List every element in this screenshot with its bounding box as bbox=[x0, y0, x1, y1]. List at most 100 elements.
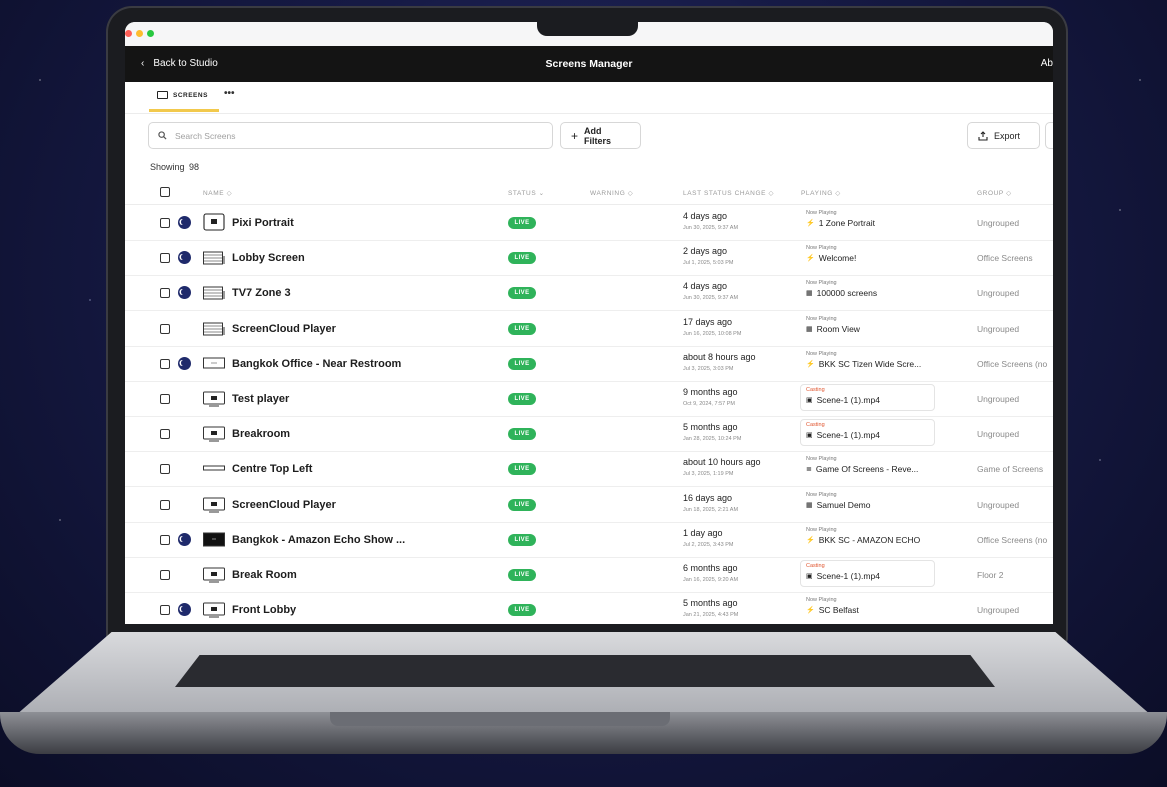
playing-cell[interactable]: Now Playing ⚡ SC Belfast bbox=[801, 597, 936, 624]
status-change-ago: about 10 hours ago bbox=[683, 457, 761, 468]
playing-cell[interactable]: Now Playing ⚡ BKK SC Tizen Wide Scre... bbox=[801, 351, 936, 378]
select-all-checkbox[interactable] bbox=[160, 187, 170, 197]
table-row[interactable]: Centre Top Left LIVE about 10 hours ago Jul… bbox=[125, 451, 1053, 488]
row-checkbox[interactable] bbox=[160, 218, 170, 228]
status-change-date: Jul 3, 2025, 3:03 PM bbox=[683, 365, 734, 372]
column-warning[interactable]: WARNING ◇ bbox=[590, 189, 633, 197]
row-checkbox[interactable] bbox=[160, 499, 170, 510]
screen-name[interactable]: TV7 Zone 3 bbox=[232, 287, 291, 299]
status-change-ago: 4 days ago bbox=[683, 211, 728, 221]
row-checkbox[interactable] bbox=[160, 253, 170, 264]
column-last-status-change[interactable]: LAST STATUS CHANGE ◇ bbox=[683, 189, 774, 197]
playing-cell[interactable]: Now Playing ≣ Game Of Screens - Reve... bbox=[801, 456, 936, 483]
table-row[interactable]: ScreenCloud Player LIVE 16 days ago Jun 18,… bbox=[125, 487, 1053, 523]
playing-cell[interactable]: Now Playing ▦ Room View bbox=[801, 316, 936, 343]
column-group[interactable]: GROUP ◇ bbox=[977, 189, 1012, 197]
playlist-icon: ≣ bbox=[806, 466, 812, 474]
table-row[interactable]: ScreenCloud Player LIVE 17 days ago Jun 16,… bbox=[125, 311, 1053, 347]
status-badge: LIVE bbox=[508, 428, 536, 441]
maximize-window-dot[interactable] bbox=[147, 30, 154, 37]
row-checkbox[interactable] bbox=[160, 429, 170, 440]
column-playing[interactable]: PLAYING ◇ bbox=[801, 189, 841, 197]
screen-name[interactable]: Centre Top Left bbox=[232, 463, 312, 475]
minimize-window-dot[interactable] bbox=[136, 30, 143, 37]
search-input[interactable] bbox=[173, 129, 537, 142]
group-name: Ungrouped bbox=[977, 429, 1020, 440]
playing-kind: Casting bbox=[806, 387, 825, 393]
playing-kind: Now Playing bbox=[806, 491, 837, 498]
status-badge: LIVE bbox=[508, 393, 536, 405]
last-status-change: 5 months ago Jan 21, 2025, 4:43 PM bbox=[683, 598, 738, 618]
row-checkbox[interactable] bbox=[160, 605, 170, 616]
status-badge: LIVE bbox=[508, 357, 536, 370]
playing-cell[interactable]: Casting ▣ Scene-1 (1).mp4 bbox=[800, 384, 935, 411]
status-change-date: Jun 30, 2025, 9:37 AM bbox=[683, 295, 739, 302]
export-button[interactable]: Export bbox=[967, 122, 1040, 149]
row-checkbox[interactable] bbox=[160, 464, 170, 475]
group-name: Ungrouped bbox=[977, 605, 1020, 616]
column-name[interactable]: NAME ◇ bbox=[203, 189, 232, 197]
playlist-icon: ⚡ bbox=[806, 360, 815, 368]
group-name: Ungrouped bbox=[977, 499, 1020, 510]
status-change-ago: 5 months ago bbox=[683, 422, 738, 433]
table-row[interactable]: Pixi Portrait LIVE 4 days ago Jun 30, 2025,… bbox=[125, 205, 1053, 241]
playing-cell[interactable]: Now Playing ⚡ Welcome! bbox=[801, 245, 936, 272]
close-window-dot[interactable] bbox=[125, 30, 132, 37]
table-row[interactable]: Lobby Screen LIVE 2 days ago Jul 1, 2025, 5… bbox=[125, 240, 1053, 277]
playlist-icon: ⚡ bbox=[806, 220, 815, 227]
search-icon bbox=[158, 131, 167, 140]
playing-cell[interactable]: Casting ▣ Scene-1 (1).mp4 bbox=[800, 419, 935, 447]
device-icon bbox=[203, 565, 225, 583]
tab-screens[interactable]: SCREENS bbox=[157, 91, 208, 99]
table-row[interactable]: Bangkok Office - Near Restroom LIVE about … bbox=[125, 346, 1053, 382]
group-name: Ungrouped bbox=[977, 323, 1020, 334]
playing-title: Samuel Demo bbox=[816, 499, 871, 510]
column-status[interactable]: STATUS ⌄ bbox=[508, 189, 545, 197]
status-badge: LIVE bbox=[508, 463, 536, 476]
table-row[interactable]: Break Room LIVE 6 months ago Jan 16, 2025, … bbox=[125, 557, 1053, 593]
playing-cell[interactable]: Now Playing ▦ Samuel Demo bbox=[801, 492, 936, 519]
table-row[interactable]: TV7 Zone 3 LIVE 4 days ago Jun 30, 2025, 9:… bbox=[125, 275, 1053, 312]
toolbar-more-button[interactable] bbox=[1045, 122, 1053, 149]
row-checkbox[interactable] bbox=[160, 323, 170, 334]
row-checkbox[interactable] bbox=[160, 570, 170, 580]
screen-name[interactable]: Bangkok - Amazon Echo Show ... bbox=[232, 534, 405, 546]
row-checkbox[interactable] bbox=[160, 288, 170, 299]
more-tabs-menu[interactable]: ••• bbox=[224, 88, 235, 99]
table-row[interactable]: Breakroom LIVE 5 months ago Jan 28, 2025, 1… bbox=[125, 416, 1053, 453]
status-badge: LIVE bbox=[508, 533, 536, 546]
screen-name[interactable]: Lobby Screen bbox=[232, 252, 305, 264]
row-checkbox[interactable] bbox=[160, 358, 170, 369]
status-change-date: Jun 18, 2025, 2:21 AM bbox=[683, 506, 739, 513]
table-header: NAME ◇ STATUS ⌄ WARNING ◇ LAST STATUS CH… bbox=[125, 180, 1053, 205]
status-change-ago: 5 months ago bbox=[683, 598, 738, 609]
screen-name[interactable]: ScreenCloud Player bbox=[232, 323, 336, 335]
screen-name[interactable]: Breakroom bbox=[232, 428, 290, 440]
playing-cell[interactable]: Now Playing ⚡ 1 Zone Portrait bbox=[801, 210, 936, 237]
search-box[interactable] bbox=[148, 122, 553, 149]
table-row[interactable]: Front Lobby LIVE 5 months ago Jan 21, 2025,… bbox=[125, 592, 1053, 624]
playing-cell[interactable]: Casting ▣ Scene-1 (1).mp4 bbox=[800, 560, 935, 587]
playing-cell[interactable]: Now Playing ⚡ BKK SC - AMAZON ECHO bbox=[801, 527, 936, 554]
screen-name[interactable]: Pixi Portrait bbox=[232, 217, 294, 229]
playing-cell[interactable]: Now Playing ▦ 100000 screens bbox=[801, 280, 936, 307]
playing-kind: Casting bbox=[806, 422, 825, 429]
table-row[interactable]: Bangkok - Amazon Echo Show ... LIVE 1 day … bbox=[125, 522, 1053, 558]
screen-name[interactable]: Bangkok Office - Near Restroom bbox=[232, 358, 401, 370]
header-right-label[interactable]: Ab bbox=[1041, 58, 1053, 69]
row-checkbox[interactable] bbox=[160, 534, 170, 545]
app-screen: ‹ Back to Studio Screens Manager Ab SCRE… bbox=[125, 22, 1053, 624]
screen-name[interactable]: ScreenCloud Player bbox=[232, 499, 336, 511]
status-change-ago: 1 day ago bbox=[683, 527, 723, 538]
moon-icon bbox=[178, 532, 191, 546]
row-checkbox[interactable] bbox=[160, 394, 170, 404]
add-filters-button[interactable]: + Add Filters bbox=[560, 122, 641, 149]
status-change-ago: 9 months ago bbox=[683, 387, 738, 397]
screen-name[interactable]: Break Room bbox=[232, 569, 297, 581]
table-row[interactable]: Test player LIVE 9 months ago Oct 9, 2024, … bbox=[125, 381, 1053, 417]
screen-name[interactable]: Front Lobby bbox=[232, 604, 296, 616]
moon-icon bbox=[178, 356, 191, 370]
screen-name[interactable]: Test player bbox=[232, 393, 289, 405]
playing-title: 1 Zone Portrait bbox=[818, 218, 875, 228]
device-icon bbox=[203, 319, 225, 337]
